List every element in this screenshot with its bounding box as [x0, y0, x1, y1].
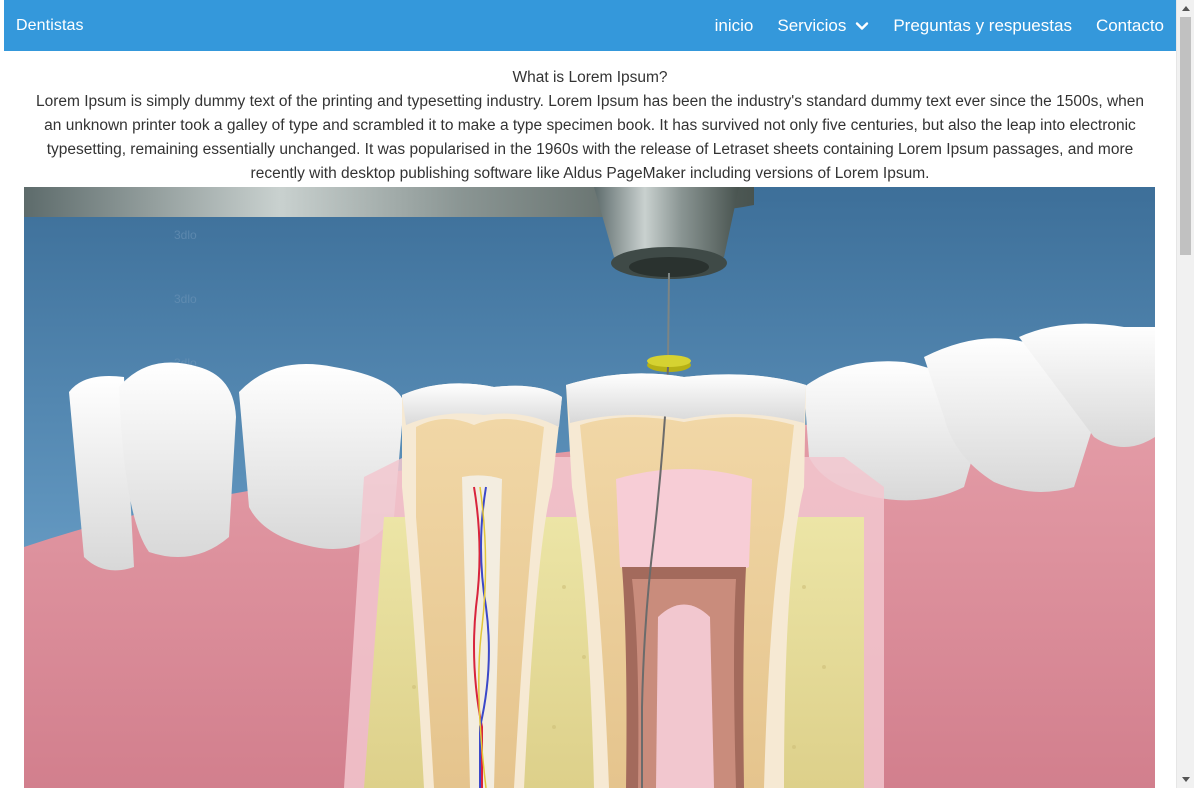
hero-image: 3dlo 3dlo 3dlo — [24, 187, 1155, 788]
navbar: Dentistas inicio Servicios Preguntas y r… — [4, 0, 1176, 51]
nav-item-label: Preguntas y respuestas — [893, 15, 1072, 35]
nav-menu: inicio Servicios Preguntas y respuestas … — [715, 0, 1164, 51]
arrow-up-icon[interactable] — [1177, 0, 1194, 17]
nav-item-label: Contacto — [1095, 15, 1164, 35]
root-canal-illustration: 3dlo 3dlo 3dlo — [24, 187, 1155, 788]
section-paragraph: Lorem Ipsum is simply dummy text of the … — [35, 93, 1144, 182]
brand-link[interactable]: Dentistas — [16, 17, 84, 35]
nav-item-inicio[interactable]: inicio — [715, 16, 754, 36]
scrollbar-thumb[interactable] — [1180, 17, 1191, 255]
section-title: What is Lorem Ipsum? — [512, 69, 668, 86]
nav-item-servicios[interactable]: Servicios — [777, 16, 869, 36]
arrow-down-icon[interactable] — [1177, 771, 1194, 788]
main-content: What is Lorem Ipsum? Lorem Ipsum is simp… — [4, 66, 1176, 186]
nav-item-contacto[interactable]: Contacto — [1096, 16, 1164, 36]
nav-item-preguntas[interactable]: Preguntas y respuestas — [893, 16, 1072, 36]
svg-text:3dlo: 3dlo — [174, 292, 197, 306]
nav-item-label: inicio — [714, 15, 754, 35]
svg-text:3dlo: 3dlo — [174, 228, 197, 242]
page: Dentistas inicio Servicios Preguntas y r… — [4, 0, 1176, 788]
chevron-down-icon — [856, 21, 869, 30]
vertical-scrollbar[interactable] — [1176, 0, 1194, 788]
nav-item-label: Servicios — [777, 15, 847, 35]
